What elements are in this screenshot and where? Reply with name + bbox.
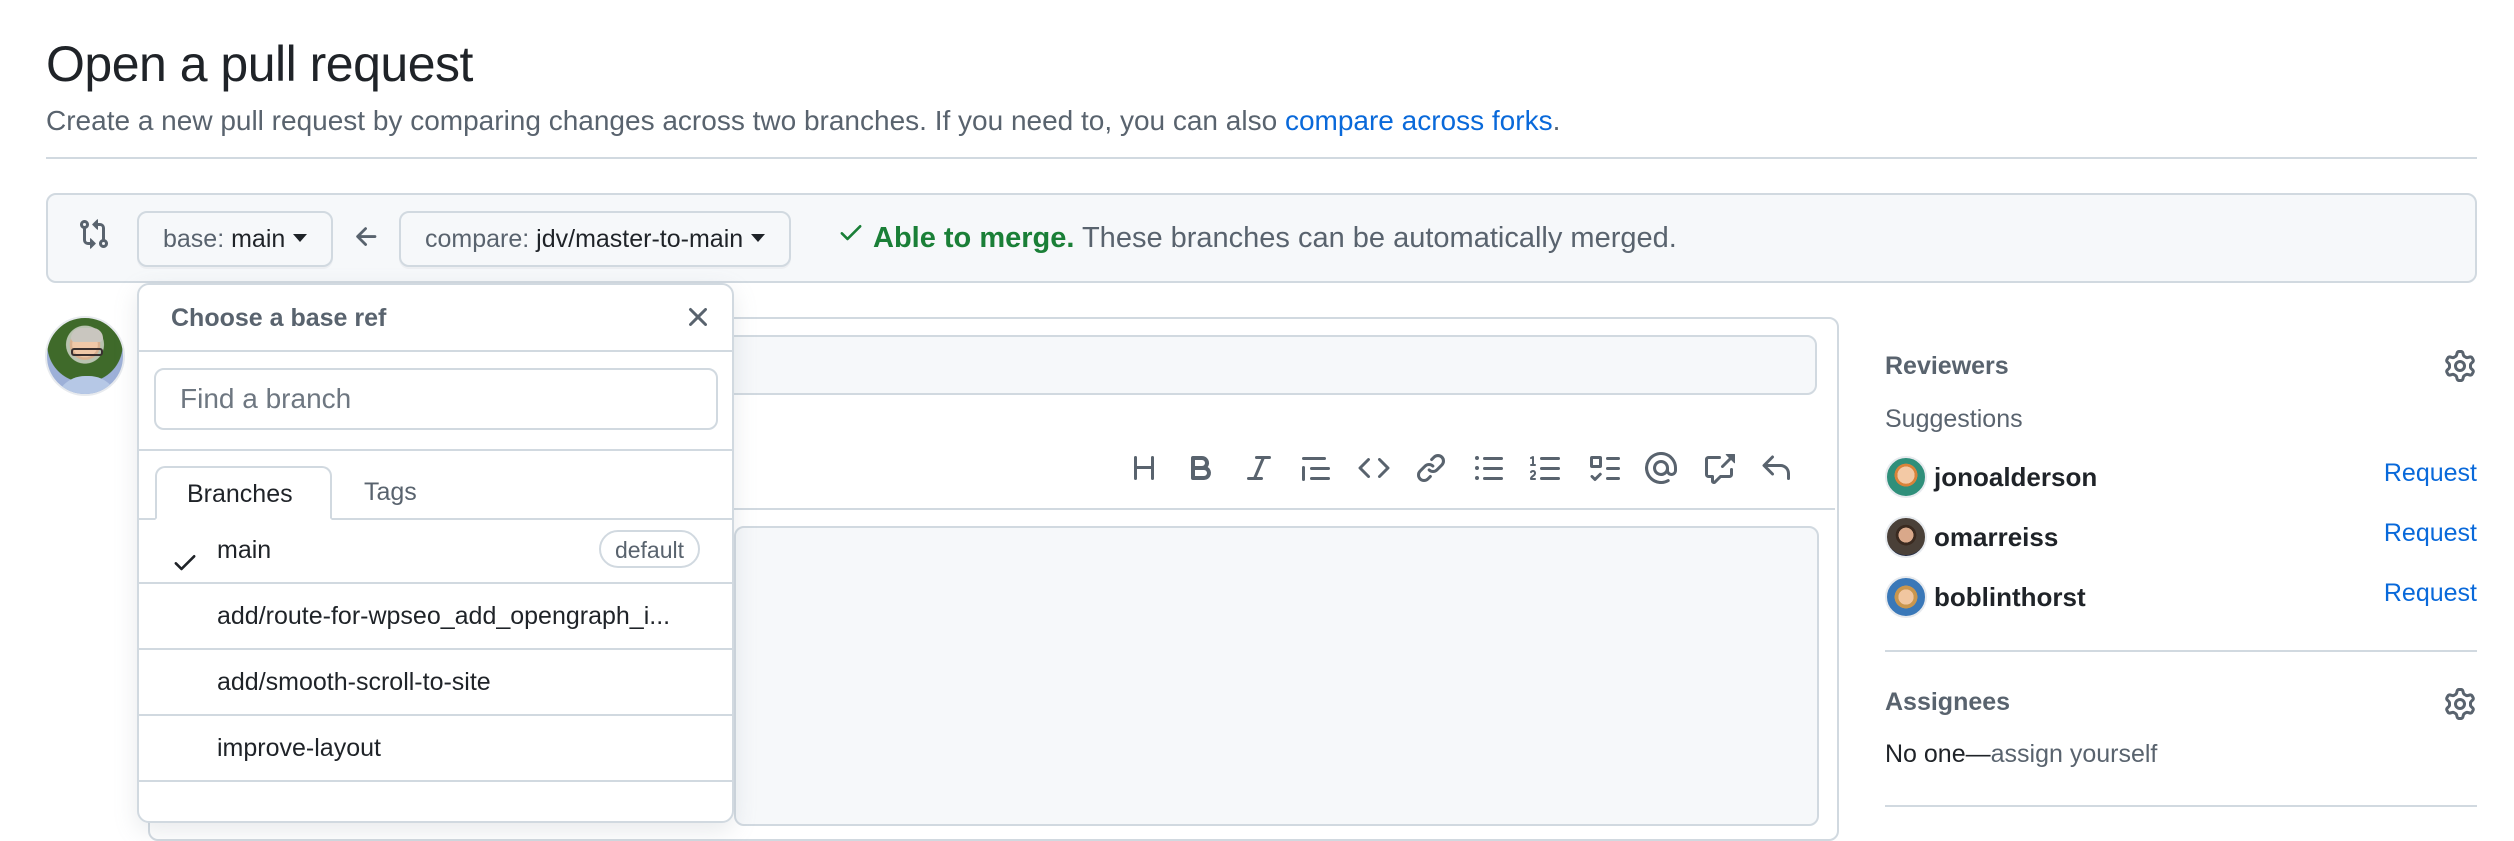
avatar — [1885, 456, 1927, 498]
link-icon[interactable] — [1403, 448, 1461, 488]
subtitle-suffix: . — [1552, 105, 1561, 136]
find-branch-input[interactable] — [154, 368, 718, 430]
italic-icon[interactable] — [1230, 448, 1288, 488]
arrow-left-icon — [352, 222, 382, 252]
ref-tabs: Branches Tags — [139, 466, 732, 520]
reviewer-suggestion: jonoalderson Request — [1885, 456, 2477, 500]
subtitle-text: Create a new pull request by comparing c… — [46, 105, 1285, 136]
no-assignee-text: No one— — [1885, 740, 1991, 768]
compare-across-forks-link[interactable]: compare across forks — [1285, 105, 1553, 136]
header-divider — [46, 157, 2477, 159]
author-avatar — [45, 316, 125, 396]
heading-icon[interactable] — [1115, 448, 1173, 488]
tab-tags[interactable]: Tags — [332, 466, 449, 518]
dropdown-header: Choose a base ref — [139, 285, 732, 352]
request-review-button[interactable]: Request — [2384, 576, 2477, 610]
compare-label: compare: — [425, 225, 537, 253]
branch-name: add/route-for-wpseo_add_opengraph_i... — [217, 602, 671, 630]
tab-branches[interactable]: Branches — [155, 466, 332, 520]
check-icon — [171, 536, 199, 571]
reviewer-suggestion: omarreiss Request — [1885, 516, 2477, 560]
reviewer-name[interactable]: omarreiss — [1934, 520, 2058, 554]
toolbar-divider — [734, 508, 1835, 510]
reviewer-name[interactable]: boblinthorst — [1934, 580, 2086, 614]
base-ref-dropdown: Choose a base ref Branches Tags main def… — [137, 283, 734, 823]
bold-icon[interactable] — [1173, 448, 1231, 488]
pr-title-input[interactable] — [700, 335, 1817, 395]
gear-icon[interactable] — [2444, 350, 2476, 382]
dropdown-divider — [139, 449, 732, 451]
branch-item[interactable]: add/smooth-scroll-to-site — [139, 650, 732, 716]
code-icon[interactable] — [1345, 448, 1403, 488]
page-subtitle: Create a new pull request by comparing c… — [46, 104, 1560, 138]
avatar — [1885, 516, 1927, 558]
compare-value: jdv/master-to-main — [536, 225, 744, 253]
merge-status: Able to merge. These branches can be aut… — [837, 221, 1677, 257]
cross-reference-icon[interactable] — [1690, 448, 1748, 488]
pr-body-textarea[interactable] — [734, 526, 1819, 826]
close-icon[interactable] — [682, 301, 714, 333]
sidebar-divider — [1885, 650, 2477, 652]
unordered-list-icon[interactable] — [1460, 448, 1518, 488]
base-branch-button[interactable]: base: main — [137, 211, 334, 267]
base-label: base: — [163, 225, 232, 253]
branch-item[interactable]: improve-layout — [139, 716, 732, 782]
page-title: Open a pull request — [46, 36, 473, 92]
reply-icon[interactable] — [1748, 448, 1806, 488]
git-compare-icon — [78, 218, 110, 250]
ordered-list-icon[interactable] — [1518, 448, 1576, 488]
default-badge: default — [598, 530, 700, 568]
request-review-button[interactable]: Request — [2384, 456, 2477, 490]
suggestions-label: Suggestions — [1885, 405, 2023, 433]
branch-name: improve-layout — [217, 734, 381, 762]
assignees-empty: No one—assign yourself — [1885, 738, 2157, 770]
gear-icon[interactable] — [2444, 688, 2476, 720]
merge-status-strong: Able to merge. — [873, 222, 1075, 254]
branch-name: add/smooth-scroll-to-site — [217, 668, 491, 696]
sidebar-divider — [1885, 805, 2477, 807]
dropdown-title: Choose a base ref — [171, 304, 387, 332]
markdown-toolbar — [1115, 448, 1805, 488]
assignees-heading[interactable]: Assignees — [1885, 686, 2010, 718]
caret-down-icon — [293, 234, 308, 243]
request-review-button[interactable]: Request — [2384, 516, 2477, 550]
assign-yourself-link[interactable]: assign yourself — [1991, 740, 2158, 768]
quote-icon[interactable] — [1288, 448, 1346, 488]
caret-down-icon — [751, 234, 766, 243]
mention-icon[interactable] — [1633, 448, 1691, 488]
check-icon — [837, 218, 865, 254]
base-value: main — [231, 225, 286, 253]
branch-name: main — [217, 536, 272, 564]
task-list-icon[interactable] — [1575, 448, 1633, 488]
avatar — [1885, 576, 1927, 618]
merge-status-text: These branches can be automatically merg… — [1074, 222, 1677, 254]
reviewer-name[interactable]: jonoalderson — [1934, 460, 2097, 494]
branch-item[interactable]: add/route-for-wpseo_add_opengraph_i... — [139, 584, 732, 650]
compare-branch-button[interactable]: compare: jdv/master-to-main — [399, 211, 792, 267]
reviewer-suggestion: boblinthorst Request — [1885, 576, 2477, 620]
reviewers-heading[interactable]: Reviewers — [1885, 350, 2009, 382]
branch-item-main[interactable]: main default — [139, 518, 732, 584]
